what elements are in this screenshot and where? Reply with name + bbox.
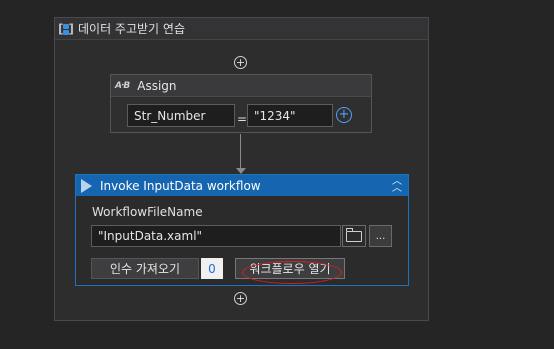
browse-folder-button[interactable]	[342, 225, 366, 247]
invoke-workflow-activity[interactable]: Invoke InputData workflow ︿ ︿ WorkflowFil…	[75, 174, 409, 286]
assign-equals-label: =	[237, 112, 248, 126]
sequence-title: 데이터 주고받기 연습	[78, 22, 185, 36]
flow-connector-line	[240, 134, 241, 170]
folder-icon	[346, 227, 362, 242]
invoke-title: Invoke InputData workflow	[100, 178, 261, 193]
import-arguments-button[interactable]: 인수 가져오기	[91, 258, 199, 279]
add-activity-top-icon[interactable]: +	[234, 56, 247, 69]
open-workflow-button[interactable]: 워크플로우 열기	[235, 258, 345, 279]
ellipsis-button[interactable]: ...	[369, 225, 392, 247]
sequence-icon: [ ]	[58, 21, 74, 36]
argument-count-badge: 0	[201, 258, 223, 279]
assign-value-input[interactable]: "1234"	[247, 104, 333, 127]
collapse-chevron-icon[interactable]: ︿ ︿	[392, 177, 402, 194]
workflow-file-input[interactable]: "InputData.xaml"	[91, 225, 341, 247]
play-icon	[81, 178, 92, 193]
sequence-header[interactable]: [ ] 데이터 주고받기 연습	[55, 18, 428, 40]
add-activity-bottom-icon[interactable]: +	[234, 292, 247, 305]
assign-header[interactable]: A·B Assign	[111, 75, 371, 97]
assign-title: Assign	[137, 78, 177, 93]
add-assignment-icon[interactable]: +	[336, 107, 352, 123]
workflow-file-name-label: WorkflowFileName	[92, 205, 203, 219]
invoke-header[interactable]: Invoke InputData workflow ︿ ︿	[76, 175, 408, 196]
assign-to-input[interactable]: Str_Number	[127, 104, 235, 127]
assign-ab-icon: A·B	[115, 80, 130, 91]
